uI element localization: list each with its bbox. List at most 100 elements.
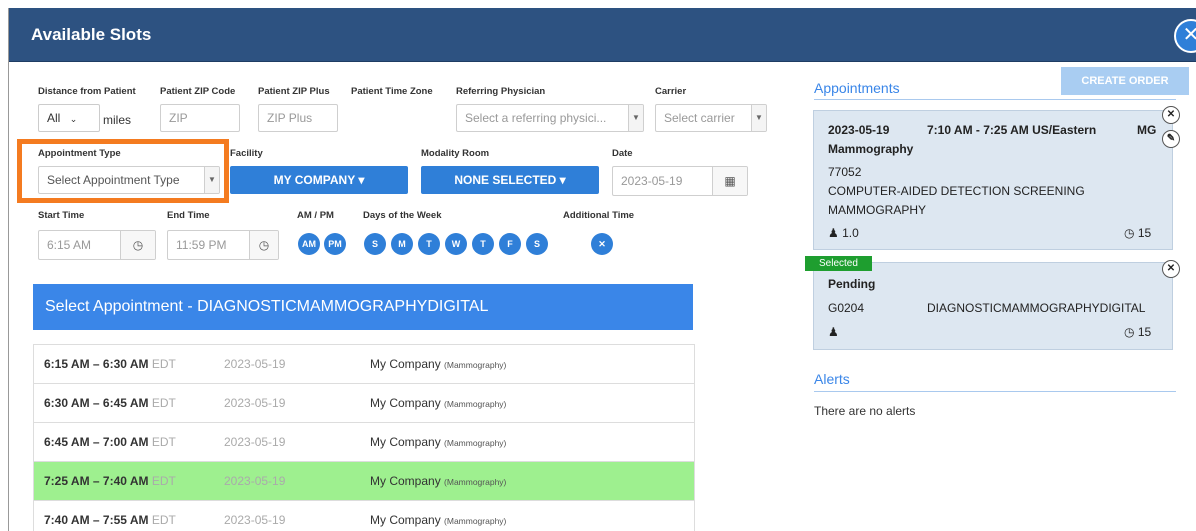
select-appointment-header: Select Appointment - DIAGNOSTICMAMMOGRAP… <box>33 284 693 330</box>
appointment-cpt: 77052 <box>828 165 862 179</box>
slot-date: 2023-05-19 <box>224 435 286 449</box>
start-time-input[interactable]: 6:15 AM ◷ <box>38 230 156 260</box>
slots-table: 6:15 AM – 6:30 AM EDT 2023-05-19 My Comp… <box>33 344 695 531</box>
slot-modality: (Mammography) <box>444 516 507 526</box>
slot-time: 6:15 AM – 6:30 AM <box>44 357 149 371</box>
date-label: Date <box>612 148 633 159</box>
table-row-selected[interactable]: 7:25 AM – 7:40 AM EDT 2023-05-19 My Comp… <box>34 462 694 501</box>
slot-time: 6:30 AM – 6:45 AM <box>44 396 149 410</box>
physician-label: Referring Physician <box>456 86 546 97</box>
appointment-rvu: 1.0 <box>842 226 859 240</box>
pending-cpt: G0204 <box>828 301 865 315</box>
carrier-select[interactable]: Select carrier ▼ <box>655 104 767 132</box>
facility-dropdown[interactable]: MY COMPANY ▾ <box>230 166 408 194</box>
date-value: 2023-05-19 <box>621 174 683 188</box>
facility-label: Facility <box>230 148 263 159</box>
modality-room-dropdown[interactable]: NONE SELECTED ▾ <box>421 166 599 194</box>
chevron-down-icon: ⌄ <box>69 114 78 124</box>
slot-date: 2023-05-19 <box>224 513 286 527</box>
appointment-time: 7:10 AM - 7:25 AM US/Eastern <box>927 123 1097 137</box>
day-toggle-sunday[interactable]: S <box>364 233 386 255</box>
slot-timezone: EDT <box>151 474 176 488</box>
pending-description: DIAGNOSTICMAMMOGRAPHYDIGITAL <box>927 301 1146 315</box>
table-row[interactable]: 7:40 AM – 7:55 AM EDT 2023-05-19 My Comp… <box>34 501 694 531</box>
pending-appointment-card: Pending G0204 DIAGNOSTICMAMMOGRAPHYDIGIT… <box>813 262 1173 350</box>
end-time-value: 11:59 PM <box>176 238 227 252</box>
appointment-modality: Mammography <box>828 142 914 156</box>
slot-facility: My Company <box>370 435 441 449</box>
people-icon: ♟ <box>828 325 839 339</box>
zip-plus-label: Patient ZIP Plus <box>258 86 330 97</box>
remove-appointment-icon[interactable]: ✕ <box>1162 106 1180 124</box>
appointment-code: MG <box>1137 123 1157 137</box>
appointment-minutes: 15 <box>1137 226 1152 240</box>
day-toggle-tuesday[interactable]: T <box>418 233 440 255</box>
clock-icon: ◷ <box>1124 325 1135 339</box>
table-row[interactable]: 6:30 AM – 6:45 AM EDT 2023-05-19 My Comp… <box>34 384 694 423</box>
appointments-divider <box>814 99 1176 100</box>
pm-toggle[interactable]: PM <box>324 233 346 255</box>
distance-select[interactable]: All ⌄ <box>38 104 100 132</box>
ampm-label: AM / PM <box>297 210 334 221</box>
calendar-icon[interactable]: ▦ <box>712 167 747 195</box>
edit-pencil-icon[interactable]: ✎ <box>1162 130 1180 148</box>
create-order-button[interactable]: CREATE ORDER <box>1061 67 1189 95</box>
slot-time: 6:45 AM – 7:00 AM <box>44 435 149 449</box>
slot-timezone: EDT <box>151 357 176 371</box>
slot-timezone: EDT <box>151 435 176 449</box>
table-row[interactable]: 6:45 AM – 7:00 AM EDT 2023-05-19 My Comp… <box>34 423 694 462</box>
selected-badge: Selected <box>805 256 872 271</box>
am-toggle[interactable]: AM <box>298 233 320 255</box>
available-slots-dialog: Available Slots ✕ Distance from Patient … <box>8 8 1196 531</box>
date-input[interactable]: 2023-05-19 ▦ <box>612 166 748 196</box>
pending-minutes: 15 <box>1137 325 1152 339</box>
distance-unit: miles <box>103 113 132 127</box>
slot-modality: (Mammography) <box>444 477 507 487</box>
timezone-label: Patient Time Zone <box>351 86 433 97</box>
table-row[interactable]: 6:15 AM – 6:30 AM EDT 2023-05-19 My Comp… <box>34 345 694 384</box>
end-time-label: End Time <box>167 210 210 221</box>
appointment-description-line1: COMPUTER-AIDED DETECTION SCREENING <box>828 184 1085 198</box>
distance-label: Distance from Patient <box>38 86 136 97</box>
slot-modality: (Mammography) <box>444 360 507 370</box>
slot-timezone: EDT <box>151 396 176 410</box>
zip-input[interactable]: ZIP <box>160 104 240 132</box>
carrier-placeholder: Select carrier <box>664 111 735 125</box>
alerts-empty-text: There are no alerts <box>814 404 916 418</box>
slot-time: 7:25 AM – 7:40 AM <box>44 474 149 488</box>
start-time-label: Start Time <box>38 210 85 221</box>
slot-timezone: EDT <box>151 513 176 527</box>
day-toggle-monday[interactable]: M <box>391 233 413 255</box>
slot-facility: My Company <box>370 396 441 410</box>
distance-value: All <box>47 111 61 125</box>
day-toggle-thursday[interactable]: T <box>472 233 494 255</box>
caret-down-icon: ▼ <box>628 105 643 131</box>
pending-status: Pending <box>828 277 876 291</box>
additional-time-label: Additional Time <box>563 210 635 221</box>
slot-date: 2023-05-19 <box>224 396 286 410</box>
alarm-clock-icon[interactable]: ◷ <box>249 231 278 259</box>
carrier-label: Carrier <box>655 86 687 97</box>
alarm-clock-icon[interactable]: ◷ <box>120 231 155 259</box>
zip-plus-input[interactable]: ZIP Plus <box>258 104 338 132</box>
slot-facility: My Company <box>370 513 441 527</box>
appointments-heading: Appointments <box>814 80 900 96</box>
caret-down-icon: ▼ <box>751 105 766 131</box>
appointment-card: 2023-05-19 7:10 AM - 7:25 AM US/Eastern … <box>813 110 1173 250</box>
remove-pending-icon[interactable]: ✕ <box>1162 260 1180 278</box>
alerts-divider <box>814 391 1176 392</box>
physician-select[interactable]: Select a referring physici... ▼ <box>456 104 644 132</box>
end-time-input[interactable]: 11:59 PM ◷ <box>167 230 279 260</box>
days-label: Days of the Week <box>363 210 442 221</box>
day-toggle-friday[interactable]: F <box>499 233 521 255</box>
dialog-title: Available Slots <box>31 25 152 44</box>
slot-modality: (Mammography) <box>444 399 507 409</box>
people-icon: ♟ <box>828 226 839 240</box>
appointment-description-line2: MAMMOGRAPHY <box>828 203 927 217</box>
rvu-group: ♟ 1.0 <box>828 226 859 240</box>
day-toggle-saturday[interactable]: S <box>526 233 548 255</box>
day-toggle-wednesday[interactable]: W <box>445 233 467 255</box>
slot-facility: My Company <box>370 474 441 488</box>
appointment-date: 2023-05-19 <box>828 123 890 137</box>
additional-time-button[interactable]: ✕ <box>591 233 613 255</box>
